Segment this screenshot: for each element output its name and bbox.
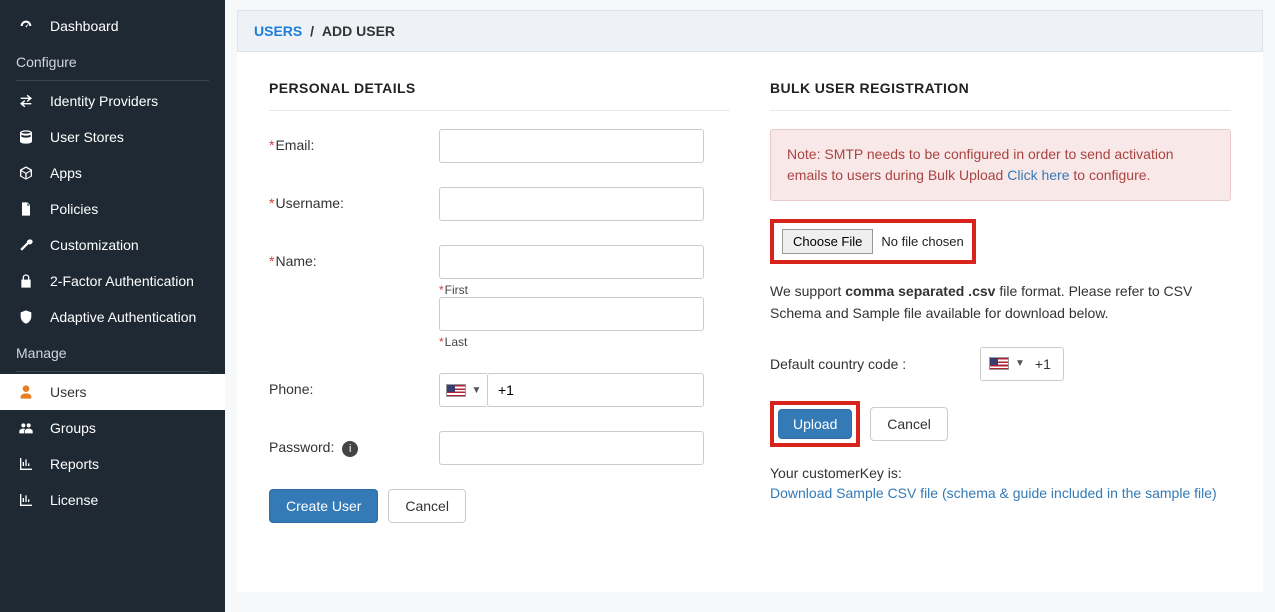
lock-icon (16, 273, 36, 289)
database-icon (16, 129, 36, 145)
sidebar-label: Reports (50, 456, 99, 472)
sidebar-label: Apps (50, 165, 82, 181)
us-flag-icon (989, 357, 1009, 370)
country-code-value: +1 (1035, 356, 1051, 372)
first-name-input[interactable] (439, 245, 704, 279)
sidebar-label: Customization (50, 237, 139, 253)
phone-input[interactable] (487, 373, 704, 407)
sidebar-label: 2-Factor Authentication (50, 273, 194, 289)
username-input[interactable] (439, 187, 704, 221)
default-country-code-select[interactable]: ▼ +1 (980, 347, 1064, 381)
main: USERS / ADD USER PERSONAL DETAILS *Email… (225, 0, 1275, 612)
section-title-personal: PERSONAL DETAILS (269, 80, 730, 111)
last-name-sublabel: *Last (439, 335, 730, 349)
sidebar-item-identity-providers[interactable]: Identity Providers (0, 83, 225, 119)
upload-button[interactable]: Upload (778, 409, 852, 439)
file-chosen-text: No file chosen (881, 234, 963, 249)
sidebar-divider (16, 80, 209, 81)
info-icon[interactable]: i (342, 441, 358, 457)
sidebar-label: Users (50, 384, 87, 400)
sidebar-item-dashboard[interactable]: Dashboard (0, 8, 225, 44)
sidebar: Dashboard Configure Identity Providers U… (0, 0, 225, 612)
sidebar-section-manage: Manage (0, 335, 225, 369)
sidebar-item-2fa[interactable]: 2-Factor Authentication (0, 263, 225, 299)
username-label: *Username: (269, 187, 439, 211)
password-input[interactable] (439, 431, 704, 465)
sidebar-item-customization[interactable]: Customization (0, 227, 225, 263)
sidebar-label: Policies (50, 201, 98, 217)
wrench-icon (16, 237, 36, 253)
shield-icon (16, 309, 36, 325)
file-upload-highlight: Choose File No file chosen (770, 219, 976, 264)
sidebar-divider (16, 371, 209, 372)
user-icon (16, 384, 36, 400)
dashboard-icon (16, 18, 36, 34)
smtp-warning-alert: Note: SMTP needs to be configured in ord… (770, 129, 1231, 201)
caret-down-icon: ▼ (472, 385, 482, 396)
users-icon (16, 420, 36, 436)
breadcrumb-current: ADD USER (322, 23, 395, 39)
sidebar-item-policies[interactable]: Policies (0, 191, 225, 227)
password-label: Password: i (269, 431, 439, 457)
breadcrumb-separator: / (310, 23, 314, 39)
sidebar-item-license[interactable]: License (0, 482, 225, 518)
chart-icon (16, 492, 36, 508)
email-input[interactable] (439, 129, 704, 163)
document-icon (16, 201, 36, 217)
sidebar-label: User Stores (50, 129, 124, 145)
phone-label: Phone: (269, 373, 439, 397)
section-title-bulk: BULK USER REGISTRATION (770, 80, 1231, 111)
create-user-button[interactable]: Create User (269, 489, 378, 523)
name-label: *Name: (269, 245, 439, 269)
cancel-button[interactable]: Cancel (388, 489, 466, 523)
box-icon (16, 165, 36, 181)
bulk-cancel-button[interactable]: Cancel (870, 407, 948, 441)
sidebar-item-users[interactable]: Users (0, 374, 225, 410)
exchange-icon (16, 93, 36, 109)
sidebar-item-adaptive-auth[interactable]: Adaptive Authentication (0, 299, 225, 335)
sidebar-item-apps[interactable]: Apps (0, 155, 225, 191)
caret-down-icon: ▼ (1015, 358, 1025, 369)
sidebar-section-configure: Configure (0, 44, 225, 78)
default-country-code-label: Default country code : (770, 356, 980, 372)
breadcrumb-users-link[interactable]: USERS (254, 23, 302, 39)
csv-support-text: We support comma separated .csv file for… (770, 280, 1231, 325)
sidebar-item-user-stores[interactable]: User Stores (0, 119, 225, 155)
first-name-sublabel: *First (439, 283, 730, 297)
us-flag-icon (446, 384, 466, 397)
sidebar-item-reports[interactable]: Reports (0, 446, 225, 482)
customer-key-label: Your customerKey is: (770, 465, 1231, 481)
download-sample-csv-link[interactable]: Download Sample CSV file (schema & guide… (770, 485, 1217, 501)
last-name-input[interactable] (439, 297, 704, 331)
sidebar-label: Dashboard (50, 18, 119, 34)
sidebar-label: Identity Providers (50, 93, 158, 109)
sidebar-label: License (50, 492, 98, 508)
sidebar-label: Groups (50, 420, 96, 436)
choose-file-button[interactable]: Choose File (782, 229, 873, 254)
configure-smtp-link[interactable]: Click here (1007, 167, 1069, 183)
phone-country-selector[interactable]: ▼ (439, 373, 487, 407)
upload-highlight: Upload (770, 401, 860, 447)
sidebar-label: Adaptive Authentication (50, 309, 196, 325)
sidebar-item-groups[interactable]: Groups (0, 410, 225, 446)
chart-icon (16, 456, 36, 472)
email-label: *Email: (269, 129, 439, 153)
breadcrumb: USERS / ADD USER (237, 10, 1263, 52)
